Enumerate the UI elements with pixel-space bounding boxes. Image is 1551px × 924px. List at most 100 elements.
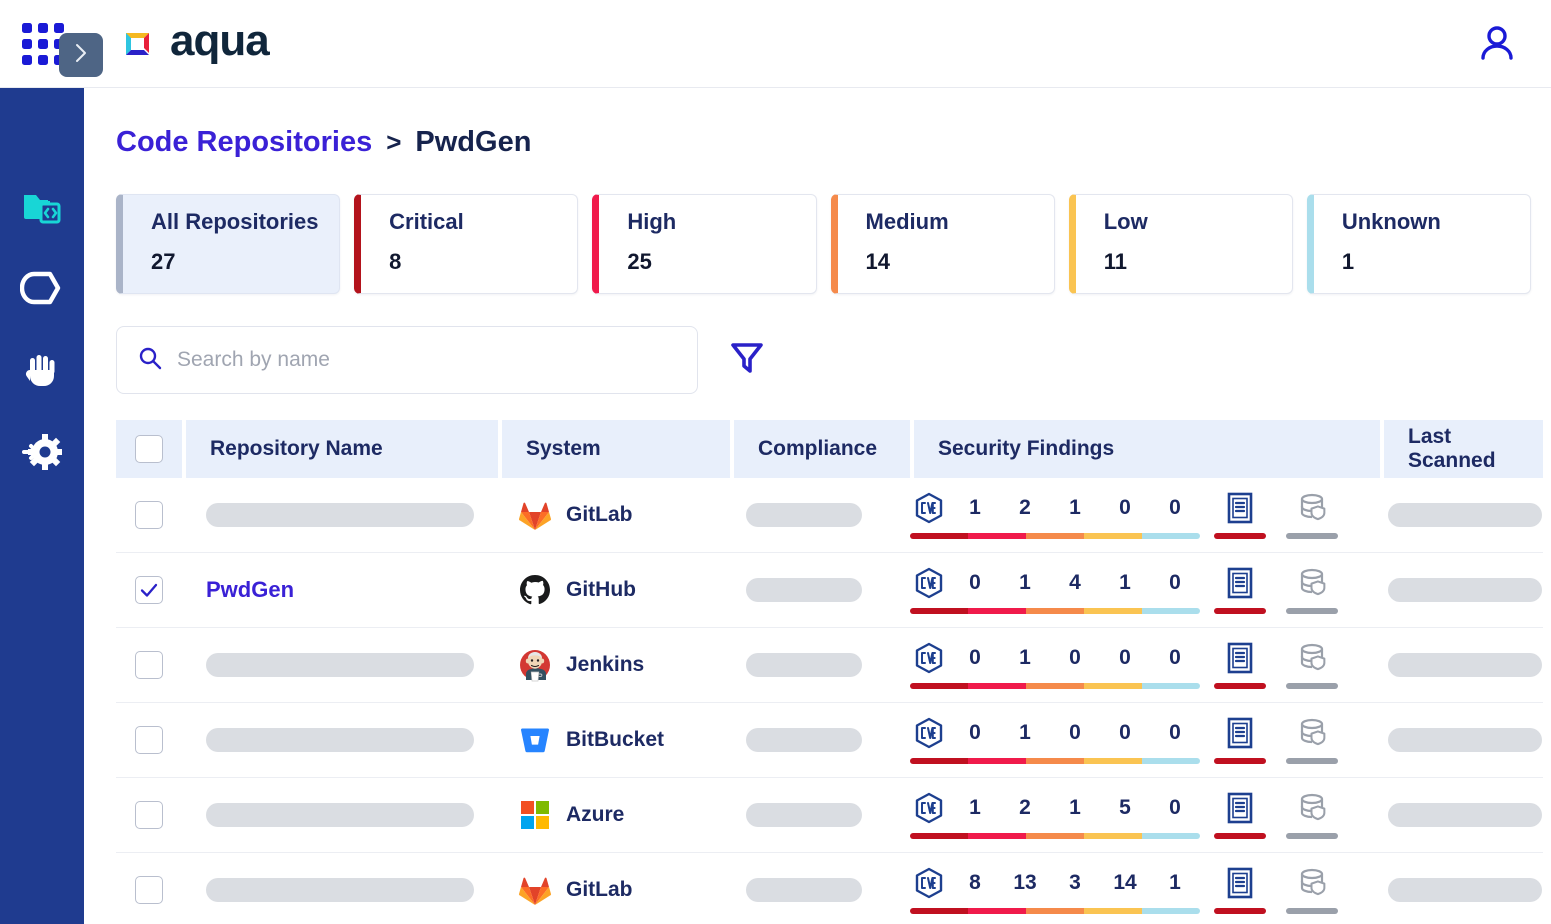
security-findings-cell: 01410 — [898, 566, 1364, 614]
severity-bar-segment — [1026, 908, 1084, 914]
finding-count: 0 — [1150, 571, 1200, 595]
card-high[interactable]: High 25 — [592, 194, 816, 294]
cve-findings[interactable]: 8133141 — [908, 866, 1200, 914]
repository-name-link[interactable]: PwdGen — [206, 577, 294, 603]
table-row[interactable]: Azure 12150 — [116, 778, 1543, 853]
row-checkbox[interactable] — [135, 876, 163, 904]
table-row[interactable]: GitLab 8133141 — [116, 853, 1543, 924]
sidebar-item-runtime-protection[interactable] — [14, 344, 70, 400]
search-icon — [137, 345, 163, 376]
row-select-cell[interactable] — [116, 651, 182, 679]
select-all-header[interactable] — [116, 420, 182, 478]
cve-findings[interactable]: 01000 — [908, 641, 1200, 689]
severity-bar-segment — [910, 908, 968, 914]
search-input[interactable] — [177, 348, 677, 372]
sidebar-toggle-button[interactable] — [59, 33, 103, 77]
row-select-cell[interactable] — [116, 801, 182, 829]
last-scanned-cell — [1364, 503, 1543, 527]
card-value: 27 — [151, 249, 339, 275]
secrets-findings[interactable] — [1280, 716, 1344, 764]
severity-bar — [910, 683, 1200, 689]
severity-bar-segment — [968, 683, 1026, 689]
column-header-system[interactable]: System — [502, 420, 730, 478]
license-findings[interactable] — [1208, 866, 1272, 914]
apps-grid-icon[interactable] — [22, 23, 64, 65]
row-select-cell[interactable] — [116, 576, 182, 604]
column-header-compliance[interactable]: Compliance — [734, 420, 910, 478]
system-cell: GitHub — [494, 573, 722, 607]
secrets-bar — [1286, 758, 1338, 764]
finding-count: 13 — [1000, 871, 1050, 895]
secrets-findings[interactable] — [1280, 866, 1344, 914]
secrets-findings[interactable] — [1280, 641, 1344, 689]
severity-bar-segment — [1026, 533, 1084, 539]
column-header-security-findings[interactable]: Security Findings — [914, 420, 1380, 478]
cve-findings[interactable]: 12150 — [908, 791, 1200, 839]
table-row[interactable]: BitBucket 01000 — [116, 703, 1543, 778]
finding-count: 2 — [1000, 796, 1050, 820]
secrets-findings[interactable] — [1280, 566, 1344, 614]
finding-count: 8 — [950, 871, 1000, 895]
user-avatar-icon[interactable] — [1471, 18, 1523, 70]
breadcrumb-separator: > — [386, 127, 401, 158]
row-select-cell[interactable] — [116, 501, 182, 529]
system-cell: GitLab — [494, 498, 722, 532]
filter-button[interactable] — [724, 337, 770, 383]
row-checkbox[interactable] — [135, 726, 163, 754]
license-findings[interactable] — [1208, 566, 1272, 614]
severity-bar-segment — [1084, 833, 1142, 839]
card-unknown[interactable]: Unknown 1 — [1307, 194, 1531, 294]
card-all-repositories[interactable]: All Repositories 27 — [116, 194, 340, 294]
secrets-findings[interactable] — [1280, 491, 1344, 539]
license-document-icon — [1225, 566, 1255, 600]
compliance-cell — [722, 803, 898, 827]
cve-findings[interactable]: 01000 — [908, 716, 1200, 764]
license-findings[interactable] — [1208, 491, 1272, 539]
severity-bar-segment — [1084, 683, 1142, 689]
compliance-cell — [722, 653, 898, 677]
card-critical[interactable]: Critical 8 — [354, 194, 578, 294]
card-medium[interactable]: Medium 14 — [831, 194, 1055, 294]
cve-findings[interactable]: 12100 — [908, 491, 1200, 539]
breadcrumb-root-link[interactable]: Code Repositories — [116, 126, 372, 159]
cve-findings[interactable]: 01410 — [908, 566, 1200, 614]
last-scanned-cell — [1364, 578, 1543, 602]
finding-count: 0 — [1100, 721, 1150, 745]
cve-badge-icon — [908, 792, 950, 824]
brand-logo[interactable]: aqua — [116, 19, 269, 69]
row-checkbox[interactable] — [135, 801, 163, 829]
search-box[interactable] — [116, 326, 698, 394]
card-value: 1 — [1342, 249, 1530, 275]
sidebar-item-code-repositories[interactable] — [14, 180, 70, 236]
license-findings[interactable] — [1208, 791, 1272, 839]
finding-count: 1 — [1150, 871, 1200, 895]
secrets-bar — [1286, 683, 1338, 689]
secrets-findings[interactable] — [1280, 791, 1344, 839]
card-low[interactable]: Low 11 — [1069, 194, 1293, 294]
row-select-cell[interactable] — [116, 876, 182, 904]
license-findings[interactable] — [1208, 716, 1272, 764]
column-header-repository-name[interactable]: Repository Name — [186, 420, 498, 478]
row-checkbox[interactable] — [135, 576, 163, 604]
severity-bar-segment — [1142, 683, 1200, 689]
table-row[interactable]: PwdGen GitHub 01410 — [116, 553, 1543, 628]
sidebar-item-settings[interactable] — [14, 426, 70, 482]
license-findings[interactable] — [1208, 641, 1272, 689]
row-checkbox[interactable] — [135, 501, 163, 529]
system-cell: Azure — [494, 798, 722, 832]
github-logo — [518, 573, 552, 607]
column-header-last-scanned[interactable]: Last Scanned — [1384, 420, 1543, 478]
code-repositories-icon — [19, 183, 65, 234]
row-checkbox[interactable] — [135, 651, 163, 679]
card-title: Medium — [866, 209, 1054, 235]
secrets-bar — [1286, 908, 1338, 914]
bitbucket-logo — [518, 723, 552, 757]
sidebar-item-supply-chain[interactable] — [14, 262, 70, 318]
table-row[interactable]: GitLab 12100 — [116, 478, 1543, 553]
select-all-checkbox[interactable] — [135, 435, 163, 463]
last-scanned-cell — [1364, 803, 1543, 827]
row-select-cell[interactable] — [116, 726, 182, 754]
card-title: All Repositories — [151, 209, 339, 235]
table-row[interactable]: Jenkins 01000 — [116, 628, 1543, 703]
secrets-bar — [1286, 608, 1338, 614]
